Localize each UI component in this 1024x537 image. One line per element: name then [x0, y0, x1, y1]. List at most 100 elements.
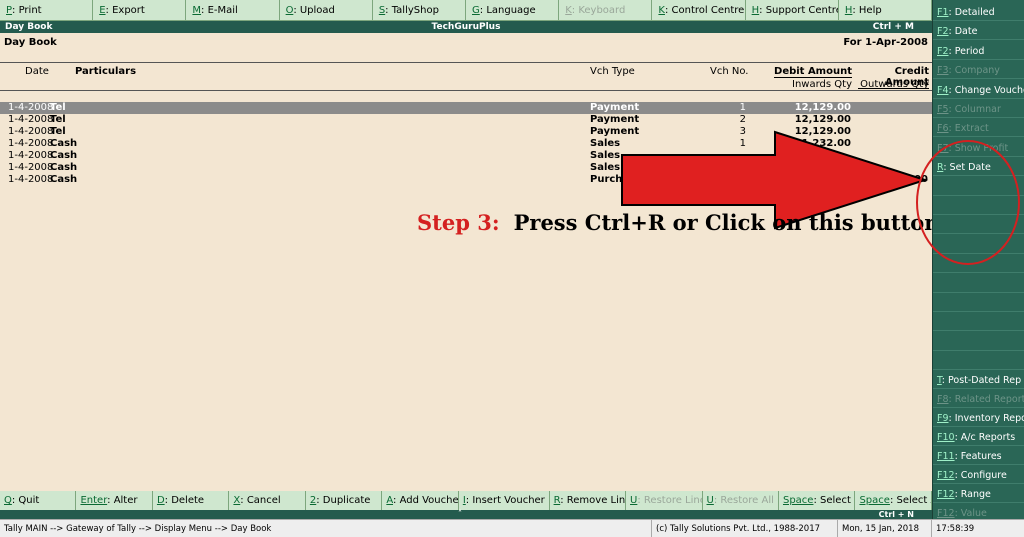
cell-date: 1-4-2008 [8, 138, 54, 149]
chevron-up-icon[interactable]: ˄ [458, 509, 462, 518]
shortcut-key: F2 [937, 26, 949, 38]
col-vchno-header: Vch No. [710, 66, 749, 77]
cell-vch-type: Sales [590, 150, 621, 161]
col-date-header: Date [25, 66, 49, 77]
panel-range-button[interactable]: F12: Range [933, 484, 1024, 503]
report-period: For 1-Apr-2008 [843, 37, 928, 48]
panel-date-button[interactable]: F2: Date [933, 21, 1024, 41]
button-label: : E-Mail [201, 5, 238, 16]
breadcrumb: Tally MAIN --> Gateway of Tally --> Disp… [0, 520, 652, 537]
button-label: : Insert Voucher [465, 495, 545, 506]
bottom-insert-voucher-button[interactable]: I: Insert Voucher [459, 491, 550, 510]
bottom-add-voucher-button[interactable]: A: Add Voucher [382, 491, 459, 510]
report-title: Day Book [4, 37, 57, 48]
panel-extract-button[interactable]: F6: Extract [933, 118, 1024, 138]
panel-columnar-button[interactable]: F5: Columnar [933, 99, 1024, 118]
button-label: : Language [479, 5, 536, 16]
button-label: : Upload [293, 5, 335, 16]
menu-e-mail-button[interactable]: M: E-Mail [186, 0, 280, 21]
button-label: : Cancel [240, 495, 281, 506]
button-label: : Period [948, 45, 985, 57]
button-label: : TallyShop [385, 5, 439, 16]
calculator-bar[interactable]: ˄ Ctrl + N [0, 509, 932, 519]
bottom-duplicate-button[interactable]: 2: Duplicate [306, 491, 383, 510]
col-particulars-header: Particulars [75, 66, 137, 77]
menu-print-button[interactable]: P: Print [0, 0, 94, 21]
shortcut-key: F10 [937, 432, 955, 443]
cell-particulars: Tel [50, 126, 66, 137]
cell-particulars: Tel [50, 114, 66, 125]
shortcut-key: F3 [937, 65, 949, 77]
shortcut-key: Enter [80, 495, 108, 506]
cell-date: 1-4-2008 [8, 174, 54, 185]
cell-vch-type: Sales [590, 138, 621, 149]
table-row[interactable]: 1-4-2008 Tel Payment 1 12,129.00 [0, 102, 932, 114]
column-divider [0, 90, 932, 91]
shortcut-key: F9 [937, 413, 949, 424]
bottom-alter-button[interactable]: Enter: Alter [76, 491, 153, 510]
cell-particulars: Cash [50, 138, 78, 149]
bottom-select-button[interactable]: Space: Select [779, 491, 856, 510]
cell-particulars: Cash [50, 150, 78, 161]
panel-period-button[interactable]: F2: Period [933, 41, 1024, 60]
button-label: : Delete [164, 495, 205, 506]
button-label: : Range [954, 489, 991, 500]
menu-keyboard-button[interactable]: K: Keyboard [559, 0, 653, 21]
button-label: : Export [105, 5, 145, 16]
cell-debit: 12,129.00 [794, 114, 851, 125]
menu-export-button[interactable]: E: Export [93, 0, 187, 21]
menu-language-button[interactable]: G: Language [466, 0, 560, 21]
cell-date: 1-4-2008 [8, 102, 54, 113]
menu-control-centre-button[interactable]: K: Control Centre [652, 0, 746, 21]
bottom-quit-button[interactable]: Q: Quit [0, 491, 77, 510]
panel-detailed-button[interactable]: F1: Detailed [933, 2, 1024, 21]
shortcut-key: F6 [937, 123, 949, 135]
cell-vch-no: 2 [739, 114, 746, 125]
bottom-restore-line-button[interactable]: U: Restore Line [626, 491, 703, 510]
bottom-remove-line-button[interactable]: R: Remove Line [550, 491, 627, 510]
menu-tallyshop-button[interactable]: S: TallyShop [372, 0, 467, 21]
button-label: : Keyboard [571, 5, 626, 16]
button-label: : Configure [954, 470, 1007, 481]
button-label: : Print [12, 5, 42, 16]
shortcut-key: Q [4, 495, 12, 506]
panel-company-button[interactable]: F3: Company [933, 60, 1024, 80]
table-row[interactable]: 1-4-2008 Tel Payment 2 12,129.00 [0, 114, 932, 126]
bottom-delete-button[interactable]: D: Delete [153, 491, 230, 510]
highlight-circle [916, 140, 1020, 265]
panel-configure-button[interactable]: F12: Configure [933, 465, 1024, 484]
shortcut-key: F12 [937, 470, 955, 481]
button-label: : Columnar [948, 104, 1001, 115]
col-outwards-header: Outwards Qty [860, 79, 929, 90]
shortcut-key: F12 [937, 508, 955, 519]
shortcut-key: Space [782, 495, 814, 506]
cell-vch-no: 1 [739, 102, 746, 113]
panel-change-voucher-button[interactable]: F4: Change Voucher [933, 80, 1024, 99]
shortcut-key: F1 [937, 7, 949, 18]
col-vchtype-header: Vch Type [590, 66, 635, 77]
close-shortcut[interactable]: Ctrl + M [873, 21, 914, 33]
panel-a-c-reports-button[interactable]: F10: A/c Reports [933, 427, 1024, 446]
bottom-select-all-button[interactable]: Space: Select All [855, 491, 932, 510]
menu-support-centre-button[interactable]: H: Support Centre [745, 0, 839, 21]
cell-vch-type: Payment [590, 114, 640, 125]
menu-help-button[interactable]: H: Help [838, 0, 933, 21]
button-label: : Restore Line [637, 495, 703, 506]
bottom-cancel-button[interactable]: X: Cancel [229, 491, 306, 510]
cell-date: 1-4-2008 [8, 162, 54, 173]
title-bar: Day Book TechGuruPlus Ctrl + M [0, 21, 932, 33]
step-label: Step 3: [417, 210, 500, 235]
panel-empty-slot [933, 351, 1024, 371]
panel-inventory-reports-button[interactable]: F9: Inventory Reports [933, 408, 1024, 427]
top-menu-bar: P: Print E: Export M: E-Mail O: Upload S: Ta… [0, 0, 933, 21]
bottom-restore-all-button[interactable]: U: Restore All [703, 491, 779, 510]
shortcut-key: Space [859, 495, 890, 506]
shortcut-key: F11 [937, 451, 955, 462]
panel-post-dated-rep-button[interactable]: T: Post-Dated Rep [933, 370, 1024, 389]
panel-related-reports-button[interactable]: F8: Related Reports [933, 389, 1024, 408]
shortcut-key: F4 [937, 84, 949, 96]
button-label: : Detailed [948, 7, 995, 18]
menu-upload-button[interactable]: O: Upload [279, 0, 373, 21]
button-label: : Extract [948, 123, 989, 135]
panel-features-button[interactable]: F11: Features [933, 446, 1024, 465]
